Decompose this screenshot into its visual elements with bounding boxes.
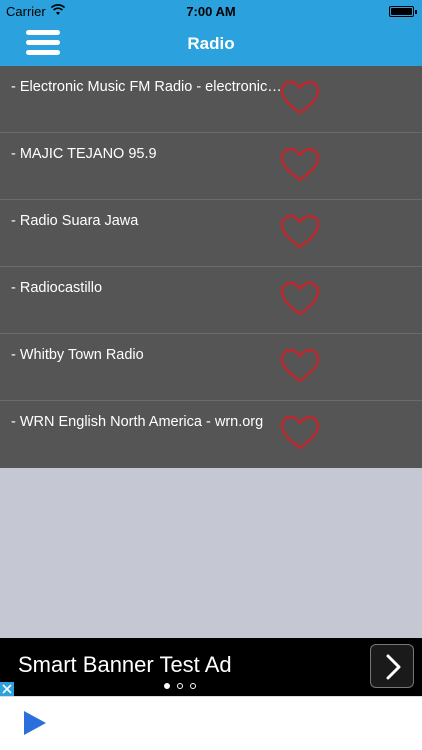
station-list: - Electronic Music FM Radio - electronic… [0, 66, 422, 468]
page-dot [164, 683, 170, 689]
close-icon [2, 684, 12, 694]
play-icon[interactable] [22, 710, 48, 736]
heart-outline-icon[interactable] [280, 80, 320, 116]
heart-outline-icon[interactable] [280, 147, 320, 183]
ad-page-indicator [164, 683, 208, 691]
heart-outline-icon[interactable] [280, 281, 320, 317]
ad-choices-icon[interactable] [0, 682, 14, 696]
station-label: - Whitby Town Radio [11, 347, 144, 363]
station-label: - Radiocastillo [11, 280, 103, 296]
page-title: Radio [187, 34, 235, 53]
station-label: - Electronic Music FM Radio - electronic… [11, 79, 282, 95]
station-label: - WRN English North America - wrn.org [11, 414, 264, 430]
ad-text: Smart Banner Test Ad [18, 652, 232, 677]
nav-bar: Radio [0, 22, 422, 66]
chevron-right-icon [386, 654, 401, 680]
station-row[interactable]: - WRN English North America - wrn.org [0, 401, 422, 468]
station-row[interactable]: - Whitby Town Radio [0, 334, 422, 401]
station-row[interactable]: - Electronic Music FM Radio - electronic… [0, 66, 422, 133]
heart-outline-icon[interactable] [280, 348, 320, 384]
heart-outline-icon[interactable] [280, 214, 320, 250]
ad-banner[interactable]: Smart Banner Test Ad [0, 638, 422, 696]
battery-icon [389, 6, 417, 17]
heart-outline-icon[interactable] [280, 415, 320, 451]
player-bar [0, 696, 422, 750]
station-row[interactable]: - Radiocastillo [0, 267, 422, 334]
station-label: - Radio Suara Jawa [11, 213, 139, 229]
ad-open-button[interactable] [370, 644, 414, 688]
station-row[interactable]: - Radio Suara Jawa [0, 200, 422, 267]
station-row[interactable]: - MAJIC TEJANO 95.9 [0, 133, 422, 200]
page-dot [177, 683, 183, 689]
page-dot [190, 683, 196, 689]
station-label: - MAJIC TEJANO 95.9 [11, 146, 157, 162]
status-bar: Carrier 7:00 AM [0, 0, 422, 22]
status-time: 7:00 AM [186, 4, 236, 19]
